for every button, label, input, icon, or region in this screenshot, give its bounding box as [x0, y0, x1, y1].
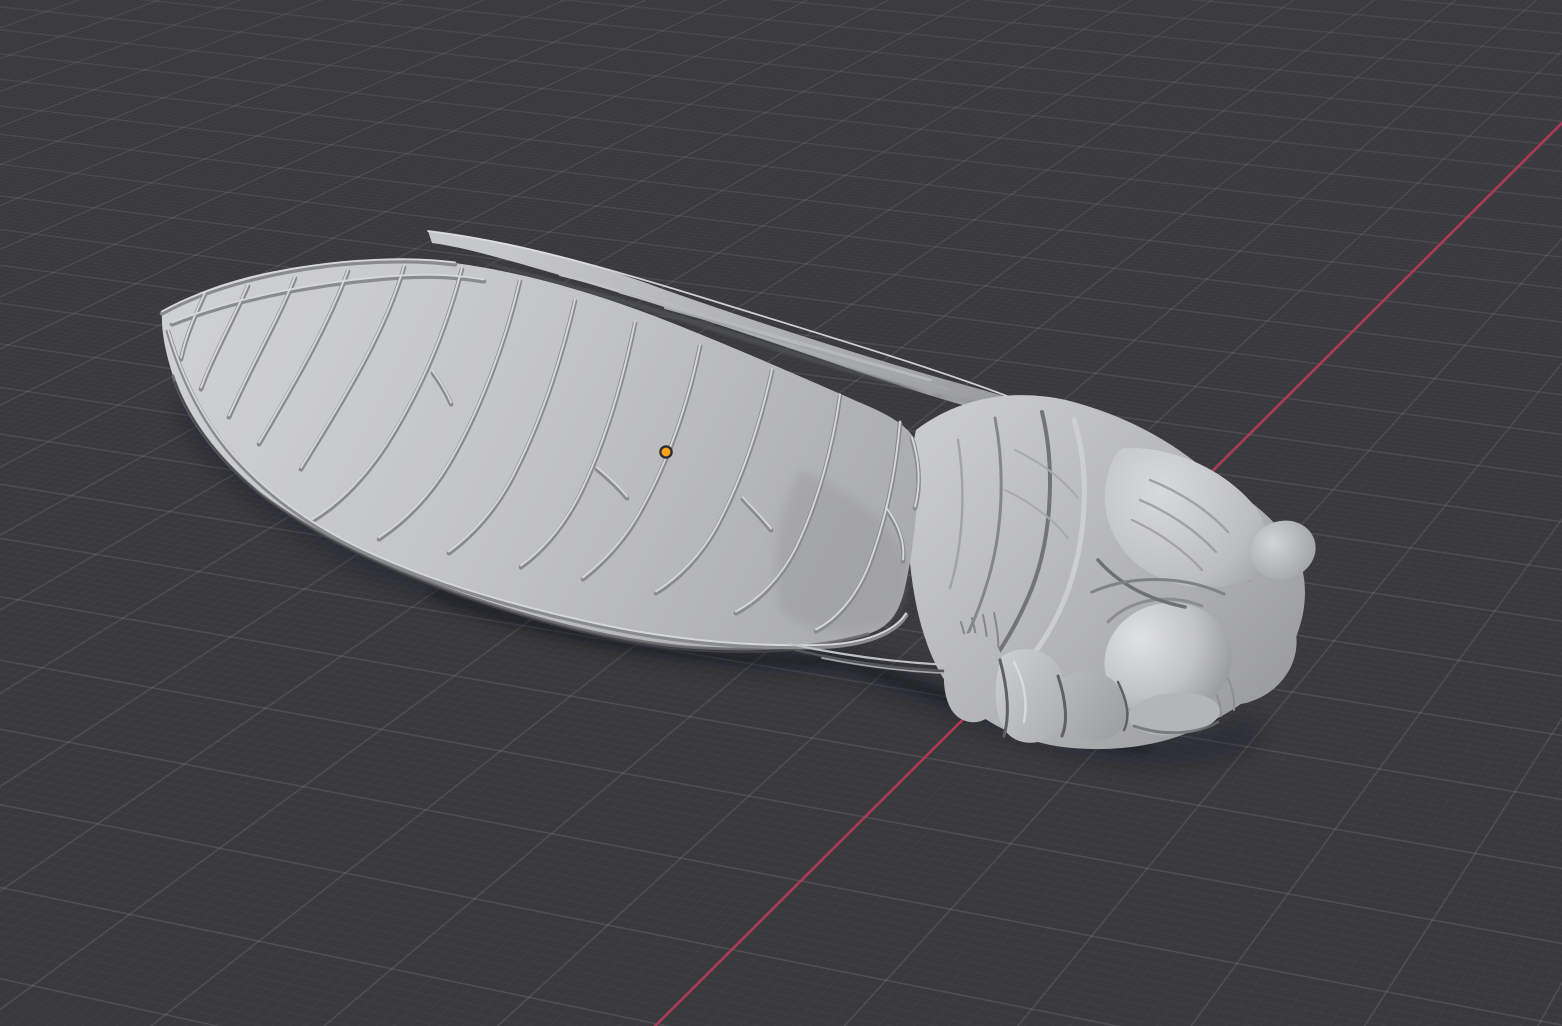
- viewport-canvas: [0, 0, 1562, 1026]
- object-origin-indicator[interactable]: [660, 446, 671, 457]
- 3d-viewport[interactable]: [0, 0, 1562, 1026]
- leg-rear: [944, 633, 1005, 722]
